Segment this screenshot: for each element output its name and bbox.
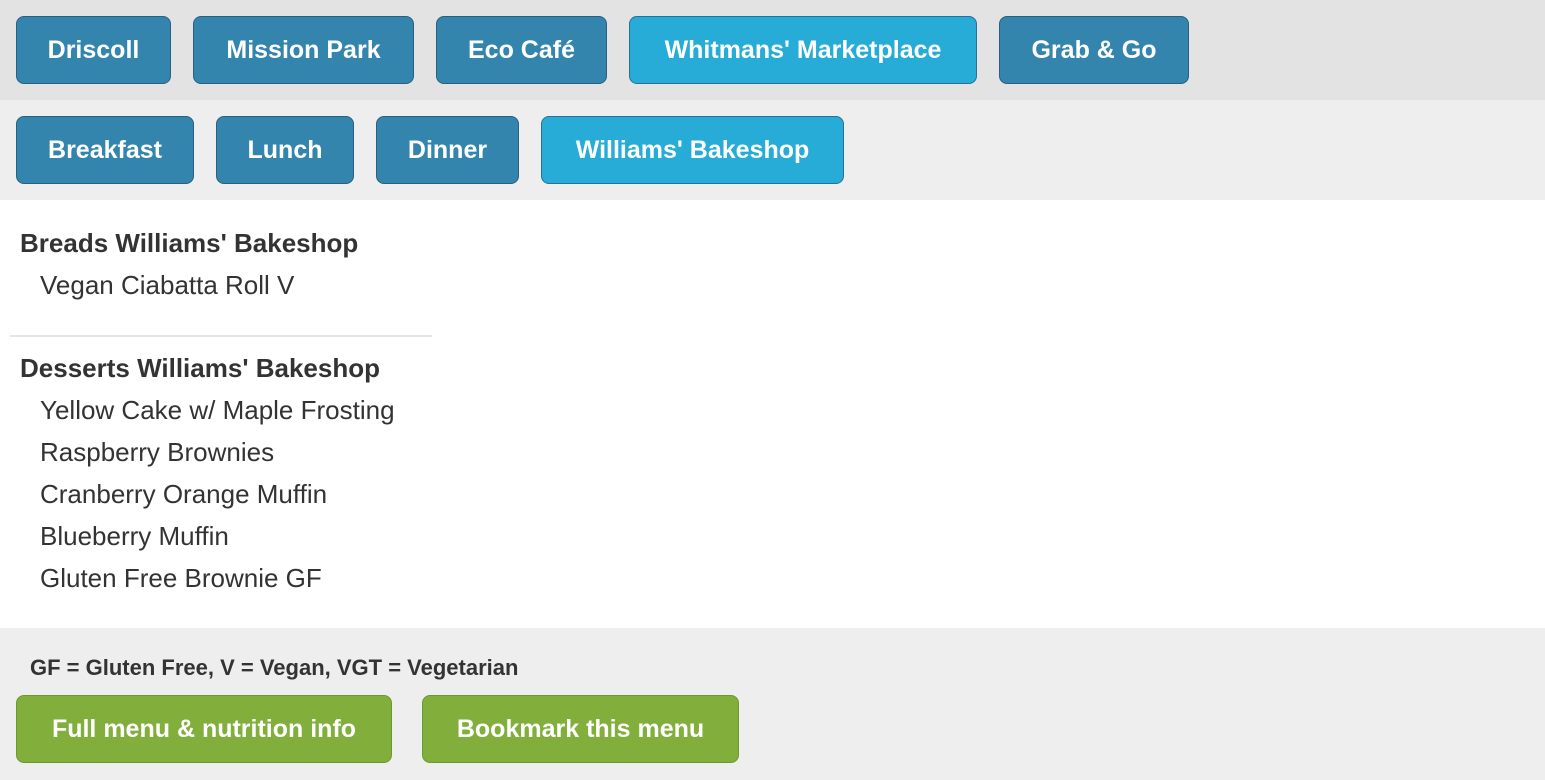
tab-mission-park[interactable]: Mission Park bbox=[193, 16, 414, 84]
footer-actions: Full menu & nutrition info Bookmark this… bbox=[16, 695, 1545, 763]
menu-item: Raspberry Brownies bbox=[40, 437, 275, 467]
menu-section-breads: Breads Williams' Bakeshop Vegan Ciabatta… bbox=[10, 222, 432, 306]
tab-williams-bakeshop[interactable]: Williams' Bakeshop bbox=[541, 116, 844, 184]
menu-item: Blueberry Muffin bbox=[40, 521, 229, 551]
tab-eco-cafe[interactable]: Eco Café bbox=[436, 16, 607, 84]
dietary-legend: GF = Gluten Free, V = Vegan, VGT = Veget… bbox=[30, 655, 519, 680]
tab-lunch[interactable]: Lunch bbox=[216, 116, 354, 184]
menu-content: Breads Williams' Bakeshop Vegan Ciabatta… bbox=[0, 200, 1545, 628]
menu-item: Gluten Free Brownie GF bbox=[40, 563, 322, 593]
tab-dinner[interactable]: Dinner bbox=[376, 116, 519, 184]
menu-item: Vegan Ciabatta Roll V bbox=[40, 270, 295, 300]
footer: GF = Gluten Free, V = Vegan, VGT = Veget… bbox=[0, 628, 1545, 780]
tab-grab-and-go[interactable]: Grab & Go bbox=[999, 16, 1189, 84]
tab-breakfast[interactable]: Breakfast bbox=[16, 116, 194, 184]
menu-item: Yellow Cake w/ Maple Frosting bbox=[40, 395, 395, 425]
bookmark-button[interactable]: Bookmark this menu bbox=[422, 695, 739, 763]
tab-whitmans-marketplace[interactable]: Whitmans' Marketplace bbox=[629, 16, 977, 84]
location-tabs: Driscoll Mission Park Eco Café Whitmans'… bbox=[0, 0, 1545, 100]
menu-section-desserts: Desserts Williams' Bakeshop Yellow Cake … bbox=[10, 347, 432, 599]
section-divider bbox=[10, 335, 432, 337]
section-title: Desserts Williams' Bakeshop bbox=[20, 353, 380, 383]
menu-item: Cranberry Orange Muffin bbox=[40, 479, 328, 509]
meal-tabs: Breakfast Lunch Dinner Williams' Bakesho… bbox=[0, 100, 1545, 200]
tab-driscoll[interactable]: Driscoll bbox=[16, 16, 171, 84]
section-title: Breads Williams' Bakeshop bbox=[20, 228, 359, 258]
full-menu-button[interactable]: Full menu & nutrition info bbox=[16, 695, 392, 763]
